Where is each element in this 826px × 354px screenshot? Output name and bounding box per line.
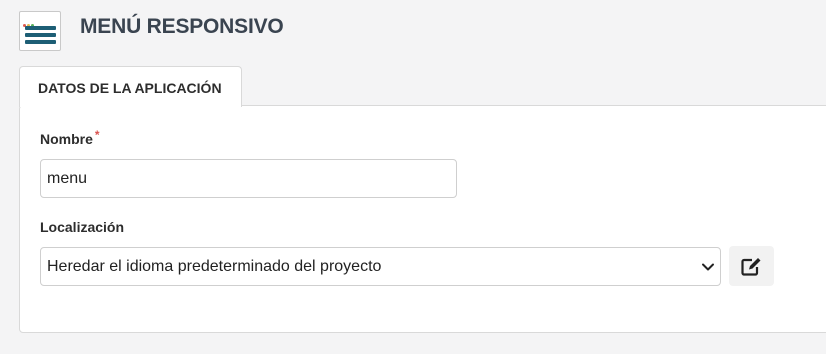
name-label-text: Nombre xyxy=(40,131,93,147)
chevron-down-icon xyxy=(702,263,714,271)
localization-select[interactable]: Heredar el idioma predeterminado del pro… xyxy=(40,247,721,286)
tab-app-data[interactable]: DATOS DE LA APLICACIÓN xyxy=(19,66,242,107)
name-field[interactable] xyxy=(40,159,457,198)
edit-localization-button[interactable] xyxy=(729,246,774,286)
hamburger-bar xyxy=(25,40,56,44)
required-mark: * xyxy=(94,128,100,142)
edit-icon xyxy=(741,258,761,276)
page-title: MENÚ RESPONSIVO xyxy=(80,15,284,38)
name-label: Nombre * xyxy=(40,128,100,147)
localization-label: Localización xyxy=(40,219,125,235)
tab-label: DATOS DE LA APLICACIÓN xyxy=(38,80,222,96)
form-panel xyxy=(19,105,826,333)
page-header: MENÚ RESPONSIVO xyxy=(0,0,826,58)
hamburger-bar xyxy=(25,26,56,30)
hamburger-bar xyxy=(25,33,56,37)
localization-selected-value: Heredar el idioma predeterminado del pro… xyxy=(47,258,382,275)
menu-app-icon xyxy=(19,11,61,51)
